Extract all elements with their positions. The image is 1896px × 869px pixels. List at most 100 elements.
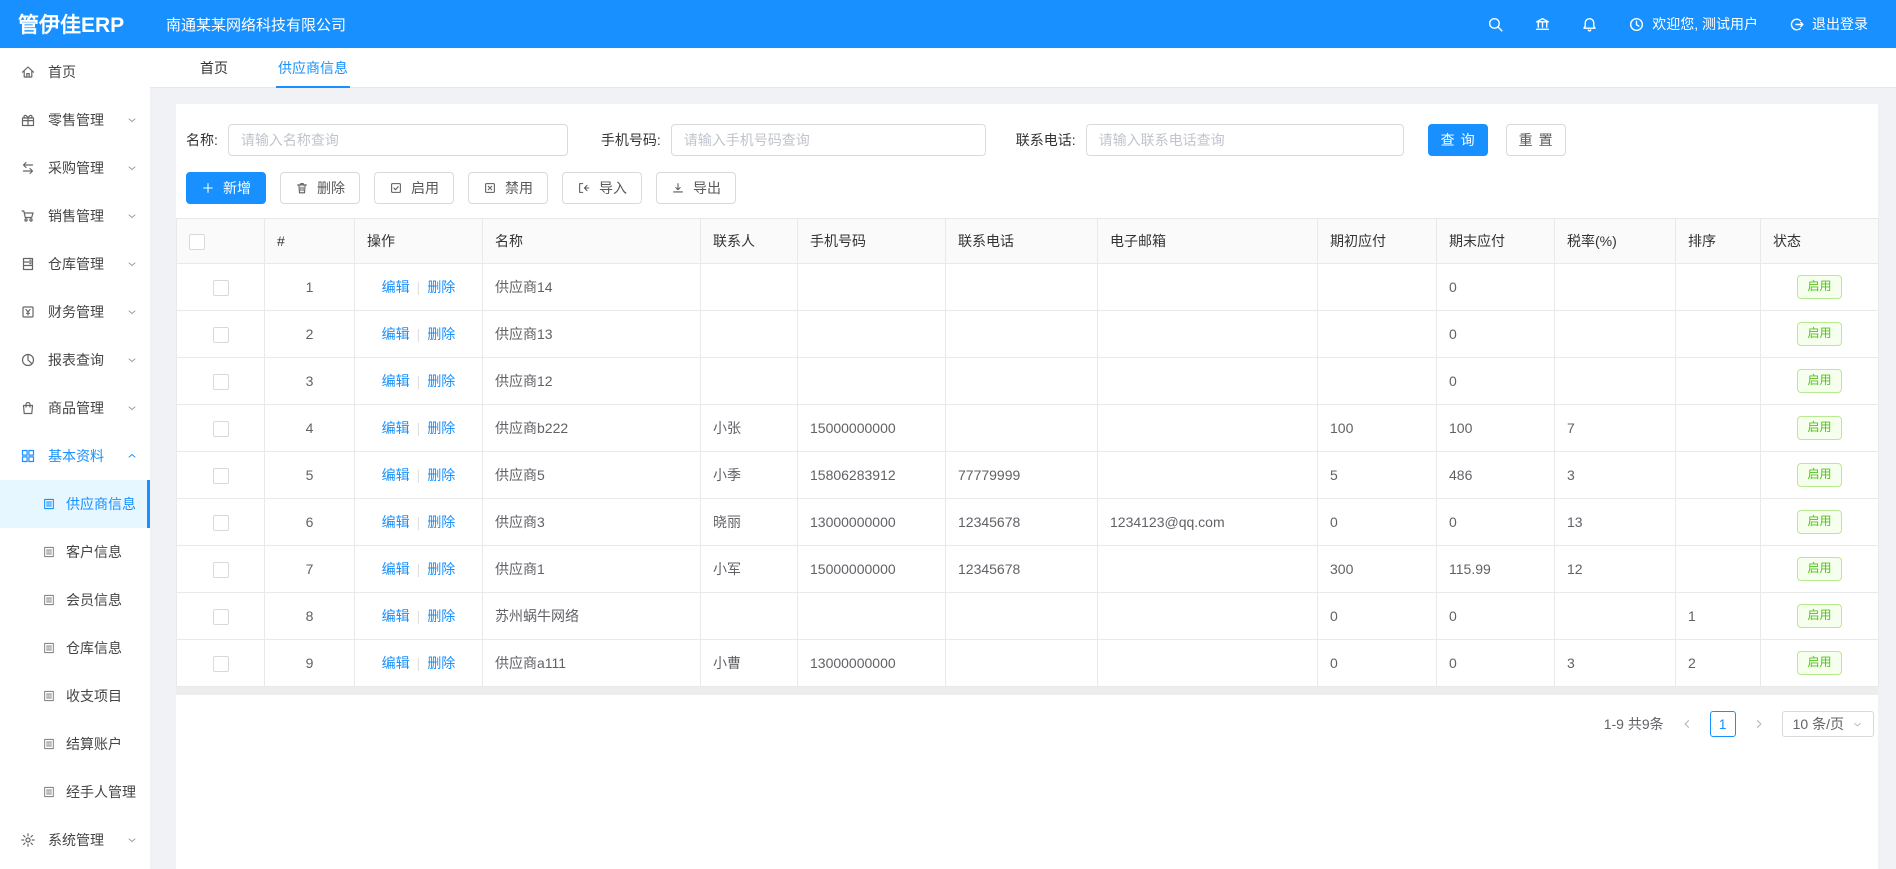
delete-link[interactable]: 删除 (427, 420, 455, 436)
cell-sort: 2 (1676, 640, 1761, 687)
row-checkbox[interactable] (213, 656, 229, 672)
row-checkbox[interactable] (213, 609, 229, 625)
cell-closing_payable: 0 (1437, 264, 1555, 311)
chevron-down-icon (126, 114, 138, 126)
delete-link[interactable]: 删除 (427, 561, 455, 577)
import-button[interactable]: 导入 (562, 172, 642, 204)
cell-tax_rate: 7 (1555, 405, 1676, 452)
row-checkbox[interactable] (213, 468, 229, 484)
sidebar-item[interactable]: 零售管理 (0, 96, 150, 144)
chevron-up-icon (126, 450, 138, 462)
row-checkbox[interactable] (213, 374, 229, 390)
delete-link[interactable]: 删除 (427, 514, 455, 530)
cell-mobile: 13000000000 (798, 640, 946, 687)
pagination-total: 1-9 共9条 (1604, 714, 1664, 734)
sidebar-item[interactable]: 采购管理 (0, 144, 150, 192)
enable-button[interactable]: 启用 (374, 172, 454, 204)
prev-page-button[interactable] (1674, 711, 1700, 737)
cell-status: 启用 (1761, 264, 1879, 311)
cell-opening_payable (1318, 311, 1437, 358)
edit-link[interactable]: 编辑 (382, 326, 410, 342)
sidebar-item[interactable]: 销售管理 (0, 192, 150, 240)
sidebar-item[interactable]: 首页 (0, 48, 150, 96)
cell-status: 启用 (1761, 358, 1879, 405)
delete-link[interactable]: 删除 (427, 279, 455, 295)
cell-tax_rate: 12 (1555, 546, 1676, 593)
warehouse-icon (20, 256, 36, 272)
add-button[interactable]: 新增 (186, 172, 266, 204)
table-row: 6编辑|删除供应商3晓丽13000000000123456781234123@q… (177, 499, 1879, 546)
edit-link[interactable]: 编辑 (382, 514, 410, 530)
edit-link[interactable]: 编辑 (382, 561, 410, 577)
filter-input[interactable] (228, 124, 568, 156)
tab-首页[interactable]: 首页 (198, 48, 230, 87)
delete-button[interactable]: 删除 (280, 172, 360, 204)
column-header-mobile: 手机号码 (798, 219, 946, 264)
welcome-text: 欢迎您, 测试用户 (1652, 14, 1758, 34)
cell-mobile (798, 593, 946, 640)
export-button[interactable]: 导出 (656, 172, 736, 204)
horizontal-scrollbar[interactable] (176, 687, 1878, 695)
plus-icon (201, 181, 215, 195)
page-size-select[interactable]: 10 条/页 (1782, 711, 1874, 737)
link-divider: | (417, 561, 421, 577)
filter-input[interactable] (671, 124, 986, 156)
cell-closing_payable: 0 (1437, 499, 1555, 546)
sidebar-item[interactable]: 基本资料 (0, 432, 150, 480)
cell-sort (1676, 358, 1761, 405)
reset-button[interactable]: 重置 (1506, 124, 1566, 156)
link-divider: | (417, 326, 421, 342)
cell-phone (946, 311, 1098, 358)
select-all-checkbox[interactable] (189, 234, 205, 250)
status-badge: 启用 (1797, 651, 1841, 675)
edit-link[interactable]: 编辑 (382, 467, 410, 483)
delete-link[interactable]: 删除 (427, 373, 455, 389)
sidebar-subitem[interactable]: 供应商信息 (0, 480, 150, 528)
cell-closing_payable: 100 (1437, 405, 1555, 452)
filter-input[interactable] (1086, 124, 1404, 156)
delete-link[interactable]: 删除 (427, 655, 455, 671)
sidebar-item[interactable]: 商品管理 (0, 384, 150, 432)
cell-opening_payable (1318, 358, 1437, 405)
sidebar-item[interactable]: 报表查询 (0, 336, 150, 384)
delete-link[interactable]: 删除 (427, 608, 455, 624)
column-header-phone: 联系电话 (946, 219, 1098, 264)
row-checkbox[interactable] (213, 280, 229, 296)
row-checkbox[interactable] (213, 421, 229, 437)
edit-link[interactable]: 编辑 (382, 279, 410, 295)
cell-sort (1676, 499, 1761, 546)
disable-button[interactable]: 禁用 (468, 172, 548, 204)
next-page-button[interactable] (1746, 711, 1772, 737)
edit-link[interactable]: 编辑 (382, 608, 410, 624)
column-header-contact: 联系人 (701, 219, 798, 264)
cell-mobile: 15806283912 (798, 452, 946, 499)
search-icon[interactable] (1487, 16, 1504, 33)
tab-供应商信息[interactable]: 供应商信息 (276, 48, 350, 87)
sidebar-item[interactable]: 财务管理 (0, 288, 150, 336)
chevron-down-icon (126, 354, 138, 366)
welcome-user[interactable]: 欢迎您, 测试用户 (1628, 14, 1758, 34)
edit-link[interactable]: 编辑 (382, 420, 410, 436)
sidebar-item-label: 报表查询 (48, 350, 126, 370)
x-square-icon (483, 181, 497, 195)
sidebar-item[interactable]: 系统管理 (0, 816, 150, 864)
bell-icon[interactable] (1581, 16, 1598, 33)
delete-link[interactable]: 删除 (427, 326, 455, 342)
delete-link[interactable]: 删除 (427, 467, 455, 483)
row-checkbox[interactable] (213, 562, 229, 578)
sidebar-item[interactable]: 仓库管理 (0, 240, 150, 288)
logout-button[interactable]: 退出登录 (1788, 14, 1868, 34)
sidebar-subitem[interactable]: 收支项目 (0, 672, 150, 720)
sidebar-subitem[interactable]: 会员信息 (0, 576, 150, 624)
edit-link[interactable]: 编辑 (382, 373, 410, 389)
sidebar-subitem[interactable]: 仓库信息 (0, 624, 150, 672)
sidebar-subitem[interactable]: 客户信息 (0, 528, 150, 576)
page-number-1[interactable]: 1 (1710, 711, 1736, 737)
row-checkbox[interactable] (213, 327, 229, 343)
row-checkbox[interactable] (213, 515, 229, 531)
edit-link[interactable]: 编辑 (382, 655, 410, 671)
sidebar-subitem[interactable]: 结算账户 (0, 720, 150, 768)
sidebar-subitem[interactable]: 经手人管理 (0, 768, 150, 816)
bank-icon[interactable] (1534, 16, 1551, 33)
search-button[interactable]: 查询 (1428, 124, 1488, 156)
